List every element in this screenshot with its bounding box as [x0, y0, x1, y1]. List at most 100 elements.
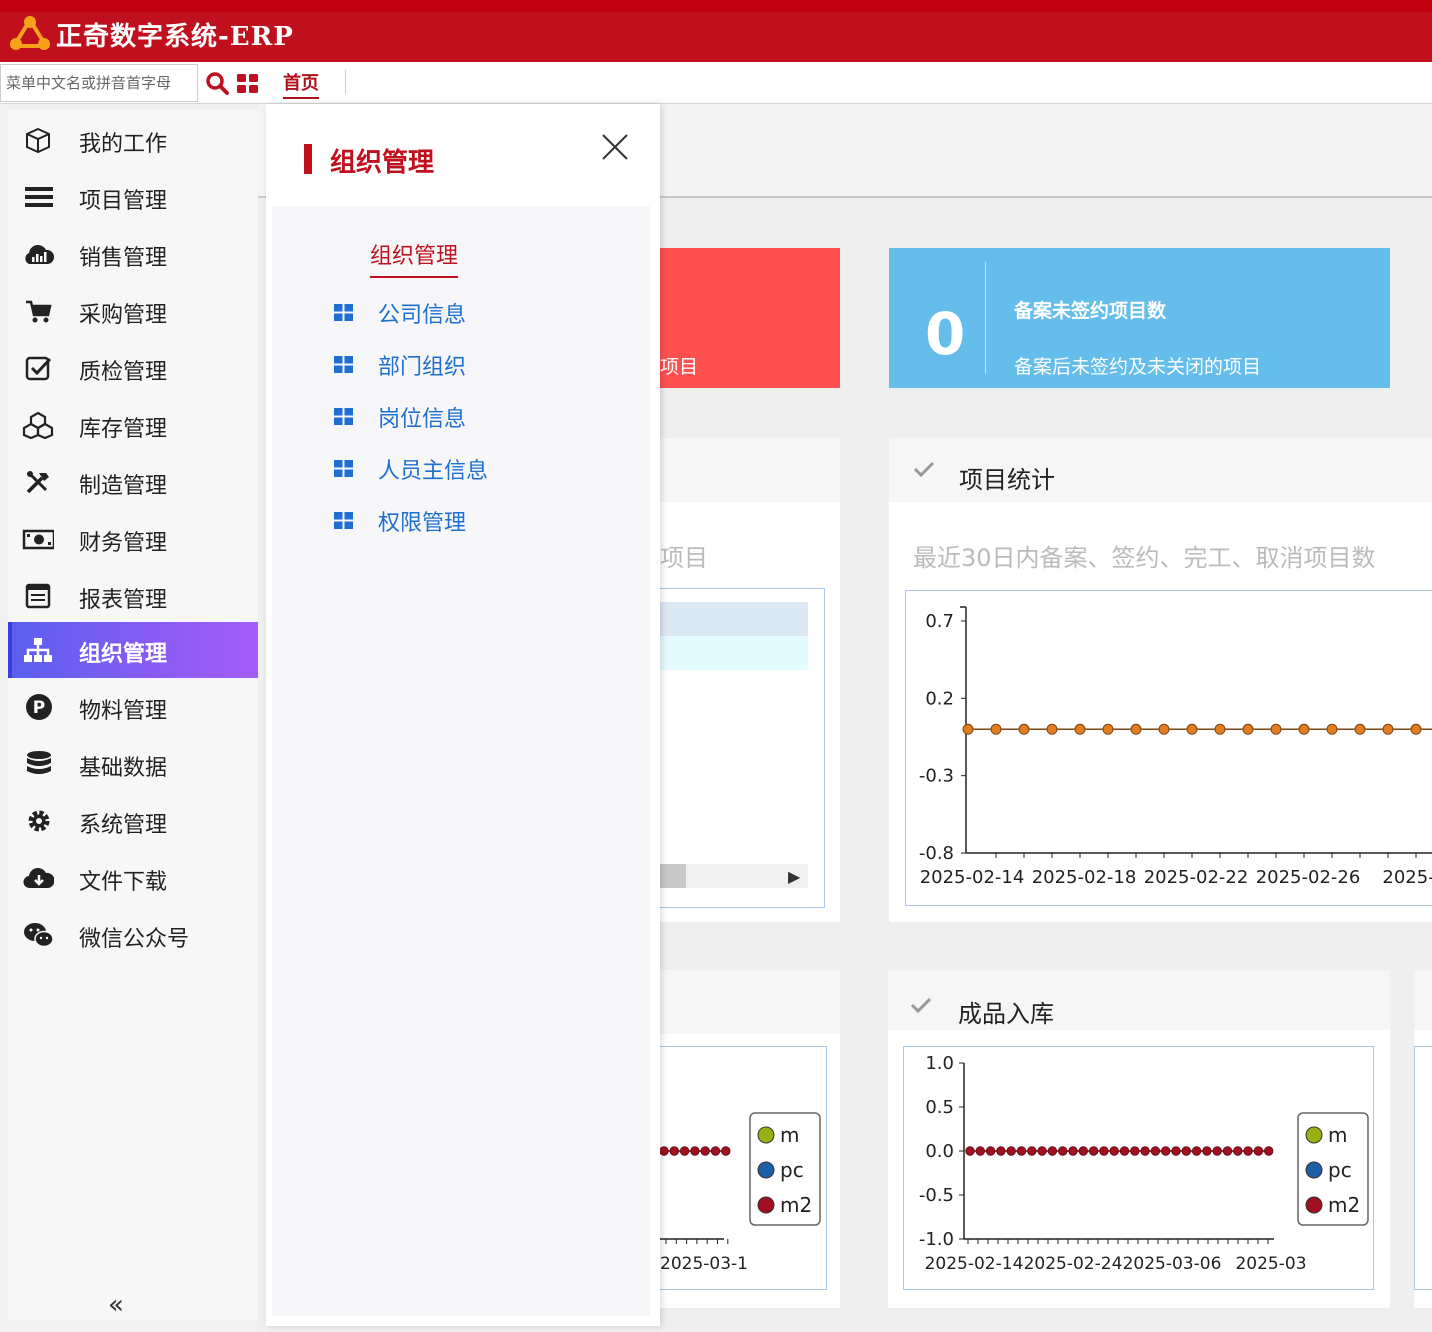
panel-title: 成品入库 [958, 1000, 1054, 1028]
panel-header: 项目统计 [889, 438, 1432, 502]
project-stats-chart: 0.7 0.2 -0.3 -0.8 2025-02-14 2025-02-18 2025-0… [905, 590, 1432, 906]
menu-permissions[interactable]: 权限管理 [334, 506, 466, 536]
table-row[interactable] [660, 636, 808, 670]
left-middle-panel: 项目 [640, 438, 840, 922]
wechat-icon [24, 923, 54, 948]
sidebar: 我的工作 项目管理 销售管理 采购管理 质检管理 库存管理 制造管理 财务管理 [8, 110, 258, 1320]
list-icon [25, 187, 53, 207]
flyout-title-bar [304, 144, 312, 174]
check-icon [913, 461, 935, 478]
menu-personnel-info[interactable]: 人员主信息 [334, 454, 488, 484]
sidebar-item-my-work[interactable]: 我的工作 [8, 112, 258, 168]
check-square-icon [25, 356, 52, 381]
x-tick-label: 2025-02-26 [1256, 867, 1361, 888]
sidebar-item-label: 微信公众号 [79, 927, 190, 952]
data-point [990, 723, 1002, 735]
table-icon [25, 583, 51, 609]
data-point [1027, 1146, 1037, 1156]
horizontal-scrollbar[interactable]: ▶ [660, 864, 808, 888]
legend-marker [1305, 1161, 1323, 1179]
y-tick-label: 0.7 [925, 611, 954, 632]
sidebar-item-label: 组织管理 [79, 642, 168, 667]
menu-search-input[interactable] [0, 64, 198, 102]
data-point [1212, 1146, 1222, 1156]
sidebar-item-quality[interactable]: 质检管理 [8, 340, 258, 396]
stat-card-red[interactable]: 项目 [660, 248, 840, 388]
stat-title: 备案未签约项目数 [1014, 300, 1167, 322]
menu-item-label: 权限管理 [378, 511, 467, 536]
data-point [1298, 723, 1310, 735]
x-tick-label: 2025-03-1 [660, 1254, 748, 1274]
data-point [985, 1146, 996, 1156]
cart-icon [26, 300, 52, 323]
sidebar-item-wechat[interactable]: 微信公众号 [8, 907, 258, 963]
menu-item-label: 人员主信息 [378, 459, 489, 484]
sitemap-icon [24, 638, 52, 662]
data-point [1161, 1146, 1171, 1156]
close-icon[interactable] [600, 132, 630, 162]
panel-title: 项目统计 [959, 466, 1055, 494]
data-point [1186, 723, 1198, 735]
legend-marker [757, 1196, 775, 1214]
panel-subtitle: 项目 [660, 544, 708, 572]
data-point [679, 1146, 690, 1156]
sidebar-item-project[interactable]: 项目管理 [8, 169, 258, 225]
data-point [721, 1146, 731, 1156]
data-point [690, 1146, 700, 1156]
parking-icon: P [26, 694, 52, 720]
data-point [700, 1146, 710, 1156]
sidebar-item-reports[interactable]: 报表管理 [8, 568, 258, 624]
bottom-left-panel: 2025-03-1 m pc m2 [640, 970, 840, 1308]
sidebar-item-manufacturing[interactable]: 制造管理 [8, 454, 258, 510]
stat-card-unsigned-projects[interactable]: 0 备案未签约项目数 备案后未签约及未关闭的项目 [889, 248, 1390, 388]
legend-marker [757, 1161, 775, 1179]
sidebar-item-system[interactable]: 系统管理 [8, 793, 258, 849]
bottom-left-line-chart: 2025-03-1 m pc m2 [640, 1112, 821, 1274]
data-point [1130, 1146, 1140, 1156]
grid-icon [334, 408, 353, 425]
stat-divider [985, 262, 986, 374]
boxes-icon [22, 411, 54, 439]
menu-company-info[interactable]: 公司信息 [334, 298, 466, 328]
sidebar-item-organization[interactable]: 组织管理 [8, 622, 258, 678]
stat-value: 0 [925, 300, 966, 368]
data-point [1181, 1146, 1192, 1156]
x-tick-label: 2025-02-14 [920, 867, 1025, 888]
data-point [1233, 1146, 1243, 1156]
finished-goods-line-chart: 1.00.50.0-0.5-1.02025-02-14 2025-02-24 202… [919, 1053, 1369, 1274]
sidebar-item-download[interactable]: 文件下载 [8, 850, 258, 906]
grid-icon [334, 304, 353, 321]
data-point [1326, 723, 1338, 735]
data-point [1382, 723, 1394, 735]
sidebar-collapse-button[interactable]: « [108, 1290, 124, 1320]
menu-item-label: 部门组织 [378, 355, 467, 380]
sidebar-item-material[interactable]: P 物料管理 [8, 679, 258, 735]
y-tick-label: 0.0 [925, 1141, 954, 1162]
grid-menu-icon[interactable] [237, 74, 259, 94]
legend-marker [1305, 1196, 1323, 1214]
sidebar-item-purchase[interactable]: 采购管理 [8, 283, 258, 339]
search-icon[interactable] [205, 71, 229, 95]
flyout-title: 组织管理 [330, 148, 435, 178]
gear-icon [28, 810, 50, 832]
scroll-right-icon[interactable]: ▶ [788, 867, 800, 886]
data-point [1171, 1146, 1181, 1156]
y-tick-label: -0.3 [919, 766, 954, 787]
sidebar-item-basic-data[interactable]: 基础数据 [8, 736, 258, 792]
table-row[interactable] [660, 602, 808, 636]
data-point [1150, 1146, 1161, 1156]
x-tick-label: 2025-02-22 [1144, 867, 1249, 888]
finished-goods-panel: 成品入库 1.0 0.5 0.0 -0.5 -1.0 2025-02-14 2025-02-… [888, 970, 1390, 1308]
sidebar-item-label: 采购管理 [79, 303, 168, 328]
tab-home[interactable]: 首页 [283, 69, 319, 99]
data-point [962, 723, 974, 735]
sidebar-item-inventory[interactable]: 库存管理 [8, 397, 258, 453]
scrollbar-thumb[interactable] [660, 864, 686, 888]
menu-position-info[interactable]: 岗位信息 [334, 402, 466, 432]
menu-department[interactable]: 部门组织 [334, 350, 466, 380]
sidebar-item-sales[interactable]: 销售管理 [8, 226, 258, 282]
sidebar-item-finance[interactable]: 财务管理 [8, 511, 258, 567]
sidebar-item-label: 销售管理 [79, 246, 168, 271]
nav-bar: 首页 [0, 62, 1432, 104]
grid-icon [334, 356, 353, 373]
